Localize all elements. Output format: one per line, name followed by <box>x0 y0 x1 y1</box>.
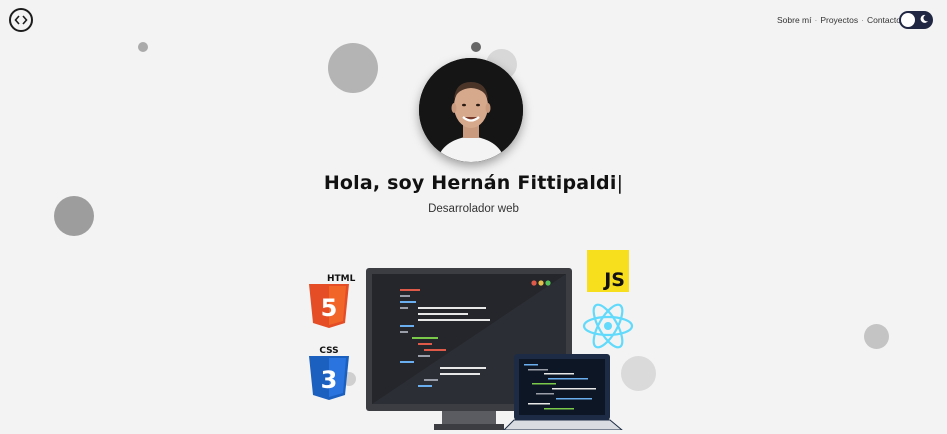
html5-icon: HTML 5 <box>309 274 356 328</box>
moon-icon <box>918 14 929 25</box>
nav-item-sobre-mi[interactable]: Sobre mí <box>777 15 812 25</box>
decor-bubble <box>54 196 94 236</box>
hero-subtitle: Desarrolador web <box>428 203 519 215</box>
profile-avatar <box>419 58 523 162</box>
decor-bubble <box>138 42 148 52</box>
top-bar: Sobre mí · Proyectos · Contacto <box>0 0 947 40</box>
laptop-illustration <box>502 354 624 431</box>
nav-item-proyectos[interactable]: Proyectos <box>820 15 858 25</box>
js-label: JS <box>602 269 625 291</box>
html-label: HTML <box>327 274 356 284</box>
decor-bubble <box>328 43 378 93</box>
dev-illustration: HTML 5 CSS 3 JS <box>300 248 640 431</box>
react-icon <box>582 303 634 349</box>
nav-item-contacto[interactable]: Contacto <box>867 15 901 25</box>
decor-bubble <box>864 324 889 349</box>
javascript-icon: JS <box>587 250 629 292</box>
code-logo-icon[interactable] <box>9 8 33 32</box>
hero-name: Hola, soy Hernán Fittipaldi <box>323 172 617 194</box>
typing-cursor: | <box>616 172 624 194</box>
toggle-knob <box>901 13 915 27</box>
css-number: 3 <box>321 366 338 394</box>
html-number: 5 <box>321 294 338 322</box>
main-nav: Sobre mí · Proyectos · Contacto <box>777 15 901 25</box>
nav-separator: · <box>814 15 818 25</box>
nav-separator: · <box>861 15 864 25</box>
css3-icon: CSS 3 <box>309 346 349 400</box>
css-label: CSS <box>319 346 338 356</box>
hero-title: Hola, soy Hernán Fittipaldi| <box>0 172 947 194</box>
decor-bubble <box>471 42 481 52</box>
theme-toggle[interactable] <box>899 11 933 29</box>
